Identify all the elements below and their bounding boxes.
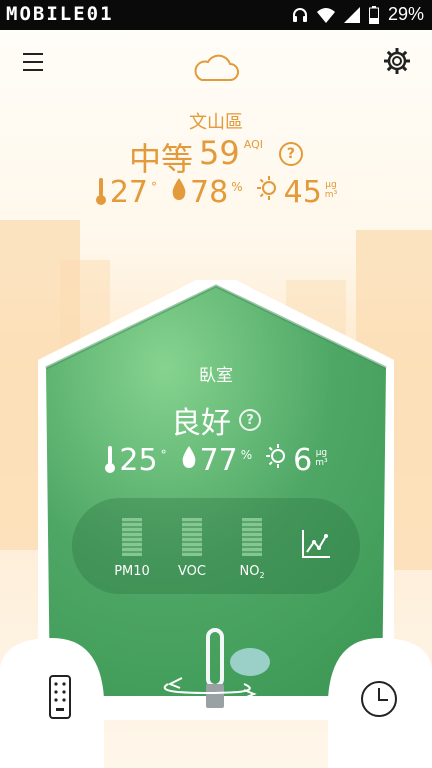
fan-device[interactable] (162, 622, 272, 722)
indoor-pm-value: 6 (293, 443, 313, 478)
outdoor-aqi: 中等 59 AQI ? (0, 134, 432, 180)
indoor-humidity-unit: % (240, 448, 253, 462)
outdoor-humidity-value: 78 (190, 175, 229, 210)
status-bar: MOBILE01 29% (0, 0, 432, 30)
indoor-humidity: 77% (181, 443, 253, 478)
room-help-icon[interactable]: ? (239, 409, 261, 431)
schedule-corner[interactable] (322, 638, 432, 768)
pm-unit-bottom: m³ (315, 458, 328, 468)
battery-percent: 29% (387, 4, 424, 24)
indoor-pm-unit: μg m³ (315, 448, 327, 468)
water-drop-icon (172, 178, 186, 200)
history-chart-button[interactable] (300, 528, 332, 560)
weather-button[interactable] (192, 54, 240, 84)
headphones-icon (292, 7, 307, 22)
outdoor-temperature: 27 ° (95, 176, 157, 210)
indoor-temperature: 25 ° (104, 443, 167, 478)
water-drop-icon (182, 446, 195, 468)
settings-button[interactable] (383, 47, 411, 75)
wifi-icon (316, 7, 335, 23)
aqi-unit: AQI (243, 138, 263, 151)
signal-icon (343, 6, 360, 23)
pm-unit-top: μg (325, 180, 337, 190)
sensor-voc[interactable]: VOC (162, 518, 222, 579)
outdoor-humidity: 78% (171, 176, 243, 210)
no2-text: NO (239, 564, 260, 579)
location-label: 文山區 (189, 112, 243, 133)
pm-unit-top: μg (315, 448, 328, 458)
brand-logo: MOBILE01 (6, 3, 114, 25)
room-status: 良好 ? (0, 398, 432, 442)
no2-subscript: 2 (259, 571, 265, 580)
sensor-label-voc: VOC (178, 564, 206, 579)
pm10-level-bars (122, 518, 142, 556)
sensor-no2[interactable]: NO2 (222, 518, 282, 580)
menu-button[interactable] (22, 50, 46, 74)
outdoor-pm: 45 μg m³ (256, 175, 337, 210)
status-icons: 29% (292, 4, 424, 25)
outdoor-pm-value: 45 (283, 175, 322, 210)
aqi-help-icon[interactable]: ? (278, 142, 303, 166)
room-status-text: 良好 (171, 406, 231, 441)
voc-level-bars (182, 518, 202, 556)
outdoor-pm-unit: μg m³ (325, 180, 337, 200)
indoor-pm: 6 μg m³ (266, 443, 328, 478)
sensor-panel[interactable]: PM10 VOC NO2 (72, 498, 360, 594)
outdoor-humidity-unit: % (231, 180, 243, 194)
indoor-temperature-unit: ° (160, 448, 167, 462)
line-chart-icon (302, 530, 330, 558)
particle-sun-icon (256, 176, 276, 200)
remote-control-corner[interactable] (0, 638, 110, 768)
thermometer-icon (95, 178, 106, 205)
aqi-level: 中等 (129, 140, 194, 178)
sensor-label-pm10: PM10 (114, 564, 150, 579)
no2-level-bars (242, 518, 262, 556)
sensor-label-no2: NO2 (239, 564, 264, 580)
sensor-pm10[interactable]: PM10 (102, 518, 162, 579)
indoor-temperature-value: 25 (119, 443, 158, 478)
outdoor-temperature-unit: ° (151, 180, 158, 194)
indoor-metrics: 25 ° 77% 6 μg m³ (0, 444, 432, 478)
indoor-humidity-value: 77 (199, 443, 238, 478)
room-name: 臥室 (199, 366, 233, 386)
aqi-value: 59 (199, 134, 240, 172)
cloud-icon (194, 54, 239, 81)
particle-sun-icon (266, 444, 286, 468)
outdoor-metrics: 27 ° 78% 45 μg m³ (0, 176, 432, 210)
thermometer-icon (105, 446, 116, 473)
hamburger-menu-icon (23, 53, 43, 71)
battery-icon (368, 5, 379, 24)
gear-icon (384, 48, 410, 74)
pm-unit-bottom: m³ (324, 190, 338, 200)
outdoor-temperature-value: 27 (109, 175, 149, 210)
